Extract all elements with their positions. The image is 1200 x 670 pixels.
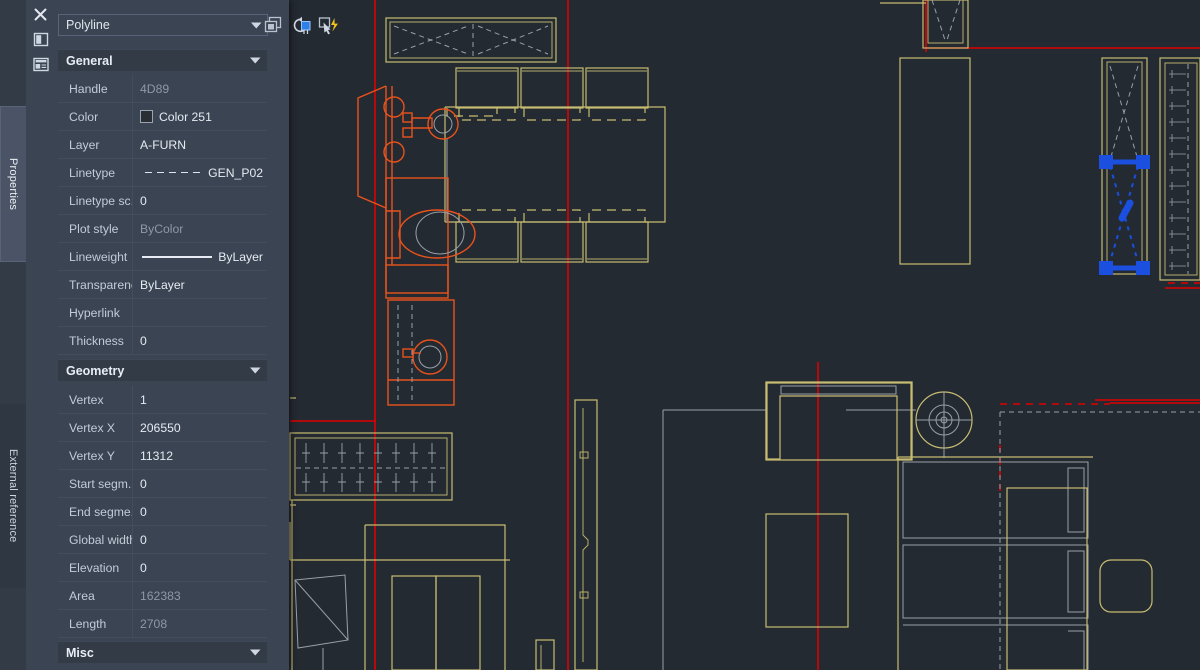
property-value-container: GEN_P02: [133, 159, 267, 186]
object-type-value: Polyline: [66, 18, 110, 32]
select-objects-icon[interactable]: [260, 13, 286, 37]
property-label: Linetype: [58, 159, 133, 186]
property-row-vertex-y[interactable]: Vertex Y 11312: [58, 442, 267, 470]
quick-select-icon[interactable]: [288, 13, 314, 37]
property-label: Vertex X: [58, 414, 133, 441]
section-header-general-label: General: [66, 53, 113, 68]
property-value: 1: [140, 392, 147, 407]
palette-menu-icon[interactable]: [28, 52, 53, 77]
property-row-plot-style[interactable]: Plot style ByColor: [58, 215, 267, 243]
property-label: Global width: [58, 526, 133, 553]
property-row-area[interactable]: Area 162383: [58, 582, 267, 610]
linetype-preview-icon: [145, 172, 204, 173]
sidebar-tab-properties[interactable]: Properties: [0, 106, 26, 262]
property-label: Layer: [58, 131, 133, 158]
property-value: 206550: [140, 420, 181, 435]
object-type-combobox[interactable]: Polyline: [58, 14, 268, 36]
property-label: Lineweight: [58, 243, 133, 270]
property-label: Length: [58, 610, 133, 637]
property-label: Linetype sc...: [58, 187, 133, 214]
property-label: Transparency: [58, 271, 133, 298]
property-row-layer[interactable]: Layer A-FURN: [58, 131, 267, 159]
property-value-container: ByLayer: [133, 243, 267, 270]
section-header-misc-label: Misc: [66, 645, 94, 660]
property-value: 0: [140, 504, 147, 519]
property-label: End segme...: [58, 498, 133, 525]
property-label: Vertex: [58, 386, 133, 413]
property-label: Area: [58, 582, 133, 609]
sidebar-tab-external-reference[interactable]: External reference: [0, 404, 26, 588]
property-value: 4D89: [140, 81, 170, 96]
property-label: Color: [58, 103, 133, 130]
property-label: Plot style: [58, 215, 133, 242]
property-label: Vertex Y: [58, 442, 133, 469]
section-header-misc[interactable]: Misc: [58, 641, 267, 663]
property-value: [133, 299, 267, 326]
property-row-vertex-x[interactable]: Vertex X 206550: [58, 414, 267, 442]
property-value: 11312: [140, 448, 173, 463]
property-row-transparency[interactable]: Transparency ByLayer: [58, 271, 267, 299]
section-header-general[interactable]: General: [58, 49, 267, 71]
palette-body: Polyline General Handle 4D89 Color Color…: [55, 0, 338, 670]
chevron-down-icon[interactable]: [243, 56, 267, 65]
property-value: 0: [140, 476, 147, 491]
property-row-linetype[interactable]: Linetype GEN_P02: [58, 159, 267, 187]
property-value-container: Color 251: [133, 103, 267, 130]
property-value: A-FURN: [140, 137, 187, 152]
palette-title-column: [26, 0, 55, 670]
property-row-end-segment-width[interactable]: End segme... 0: [58, 498, 267, 526]
property-row-thickness[interactable]: Thickness 0: [58, 327, 267, 355]
property-value: ByLayer: [140, 277, 185, 292]
property-value: GEN_P02: [208, 165, 263, 180]
chevron-down-icon[interactable]: [243, 648, 267, 657]
autocad-window: .yl{fill:none;stroke:#c8bc72;stroke-widt…: [0, 0, 1200, 670]
chevron-down-icon[interactable]: [243, 366, 267, 375]
property-value: Color 251: [159, 109, 212, 124]
property-row-hyperlink[interactable]: Hyperlink: [58, 299, 267, 327]
property-value: 162383: [140, 588, 181, 603]
property-value: 0: [140, 333, 147, 348]
color-swatch-icon: [140, 110, 153, 123]
property-value: 0: [140, 532, 147, 547]
property-label: Thickness: [58, 327, 133, 354]
properties-palette[interactable]: Properties External reference Polyline G…: [0, 0, 338, 670]
sidebar-tab-external-reference-label: External reference: [7, 449, 19, 543]
property-row-global-width[interactable]: Global width 0: [58, 526, 267, 554]
property-value: ByLayer: [218, 249, 263, 264]
property-label: Hyperlink: [58, 299, 133, 326]
property-row-start-segment-width[interactable]: Start segm... 0: [58, 470, 267, 498]
property-row-length[interactable]: Length 2708: [58, 610, 267, 638]
property-value: 0: [140, 560, 147, 575]
property-value: ByColor: [140, 221, 184, 236]
property-row-linetype-scale[interactable]: Linetype sc... 0: [58, 187, 267, 215]
close-icon[interactable]: [28, 2, 53, 27]
lineweight-preview-icon: [142, 255, 213, 258]
property-label: Handle: [58, 75, 133, 102]
property-value: 0: [140, 193, 147, 208]
property-row-color[interactable]: Color Color 251: [58, 103, 267, 131]
property-label: Elevation: [58, 554, 133, 581]
palette-toolbar[interactable]: [255, 13, 345, 37]
property-value: 2708: [140, 616, 168, 631]
palette-tabstrip[interactable]: Properties External reference: [0, 0, 27, 670]
auto-hide-icon[interactable]: [28, 27, 53, 52]
property-row-elevation[interactable]: Elevation 0: [58, 554, 267, 582]
property-label: Start segm...: [58, 470, 133, 497]
property-row-vertex[interactable]: Vertex 1: [58, 386, 267, 414]
pickadd-toggle-icon[interactable]: [316, 13, 342, 37]
section-header-geometry[interactable]: Geometry: [58, 359, 267, 381]
property-row-lineweight[interactable]: Lineweight ByLayer: [58, 243, 267, 271]
property-row-handle[interactable]: Handle 4D89: [58, 75, 267, 103]
section-header-geometry-label: Geometry: [66, 363, 125, 378]
sidebar-tab-properties-label: Properties: [7, 157, 19, 211]
